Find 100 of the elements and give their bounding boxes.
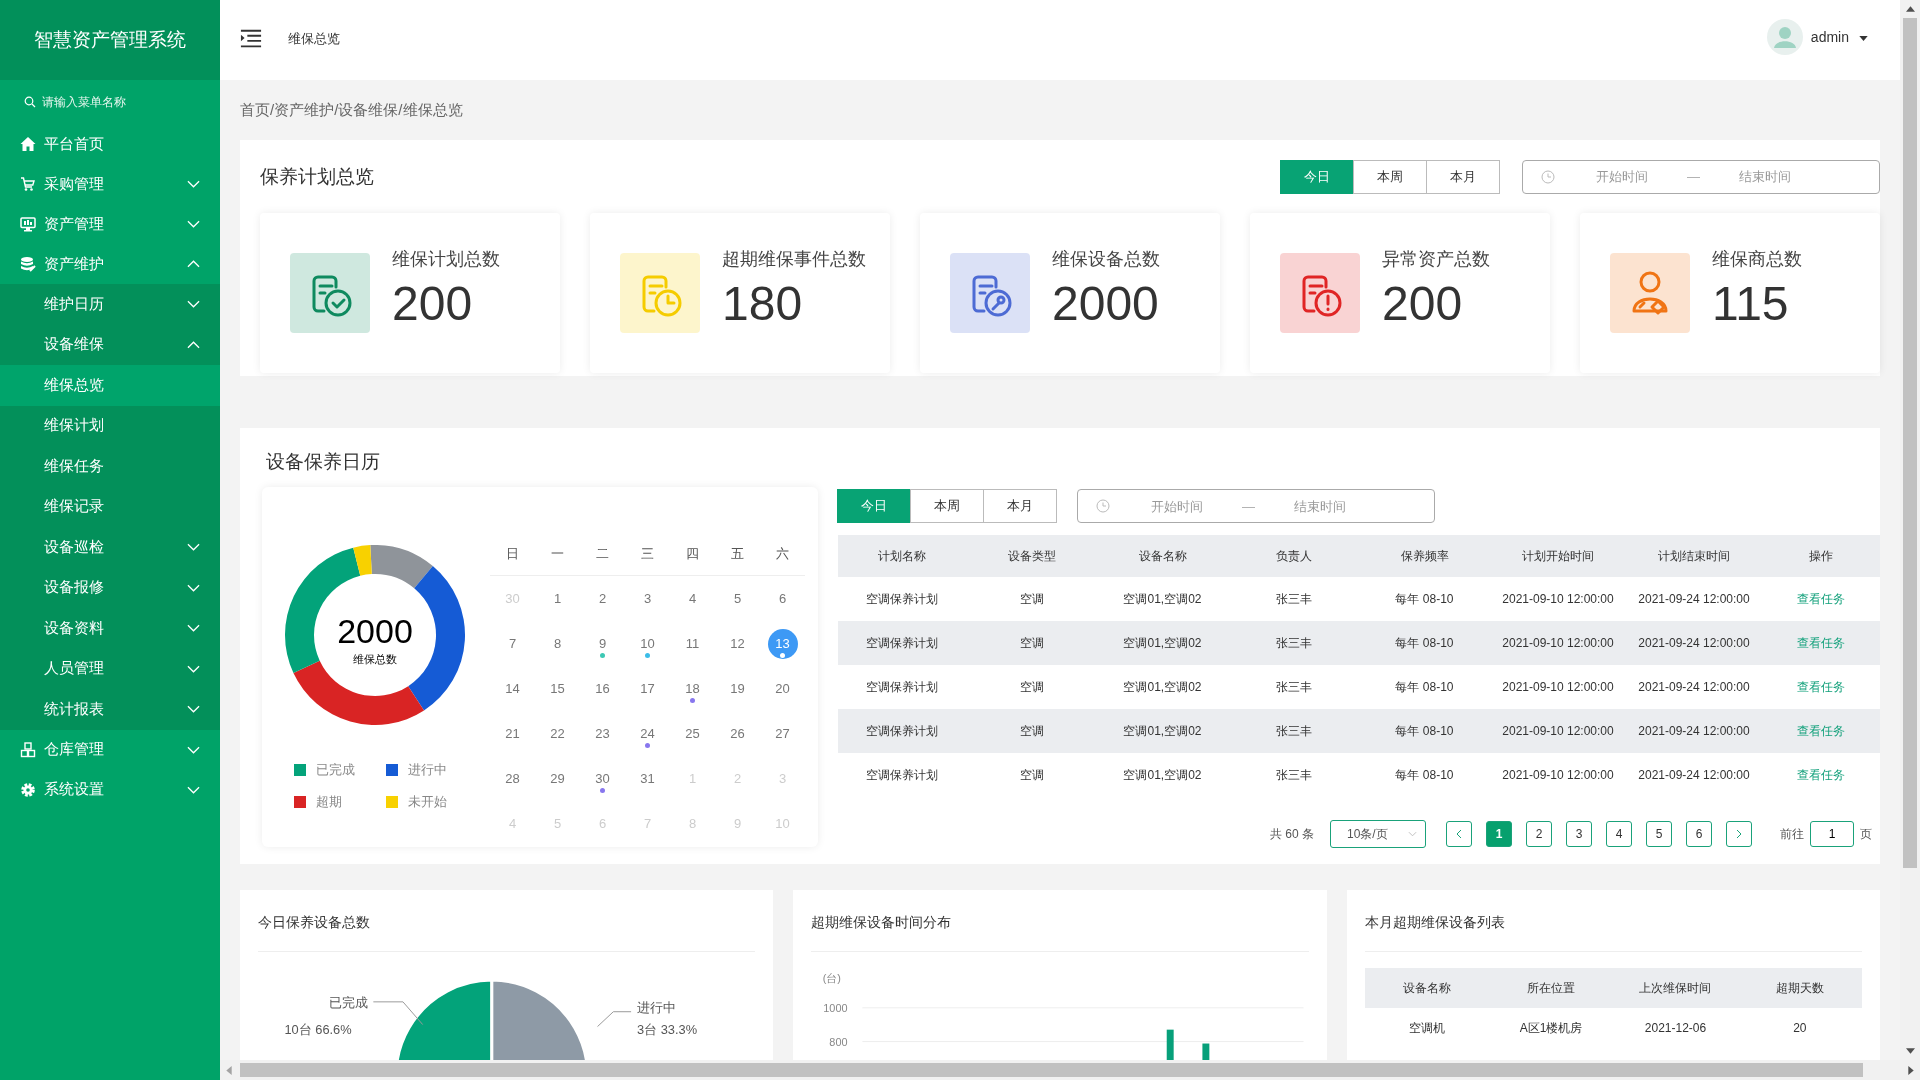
donut-caption: 维保总数 bbox=[353, 653, 397, 665]
horizontal-scrollbar[interactable] bbox=[220, 1060, 1920, 1080]
view-tasks-link[interactable]: 查看任务 bbox=[1797, 724, 1845, 738]
scroll-left-arrow-icon[interactable] bbox=[226, 1065, 232, 1075]
calendar-day[interactable]: 3 bbox=[632, 583, 663, 614]
scroll-right-arrow-icon[interactable] bbox=[1908, 1065, 1914, 1075]
start-date-input[interactable]: 开始时间 bbox=[1120, 497, 1234, 515]
page-button[interactable]: 2 bbox=[1526, 821, 1552, 847]
period-tab[interactable]: 今日 bbox=[837, 489, 911, 523]
range-separator: — bbox=[1687, 169, 1700, 184]
menu-item[interactable]: 设备维保 bbox=[0, 324, 220, 365]
menu-item[interactable]: 平台首页 bbox=[0, 124, 220, 164]
page-size-select[interactable]: 10条/页 bbox=[1330, 820, 1426, 848]
calendar-day[interactable]: 5 bbox=[722, 583, 753, 614]
legend-label: 超期 bbox=[316, 793, 342, 811]
page-unit-label: 页 bbox=[1860, 825, 1872, 843]
scroll-down-arrow-icon[interactable] bbox=[1905, 1048, 1915, 1054]
column-header: 设备类型 bbox=[1006, 547, 1057, 565]
page-button[interactable]: 5 bbox=[1646, 821, 1672, 847]
next-page-button[interactable] bbox=[1726, 821, 1752, 847]
menu-item[interactable]: 设备报修 bbox=[0, 567, 220, 608]
calendar-day[interactable]: 30 bbox=[587, 763, 618, 794]
menu-item[interactable]: 资产维护 bbox=[0, 244, 220, 284]
caret-icon[interactable] bbox=[1859, 36, 1868, 41]
previous-page-button[interactable] bbox=[1446, 821, 1472, 847]
view-tasks-link[interactable]: 查看任务 bbox=[1797, 636, 1845, 650]
menu-item[interactable]: 人员管理 bbox=[0, 648, 220, 689]
menu-item[interactable]: 维保总览 bbox=[0, 365, 220, 406]
view-tasks-link[interactable]: 查看任务 bbox=[1797, 680, 1845, 694]
calendar-day[interactable]: 21 bbox=[497, 718, 528, 749]
calendar-day[interactable]: 11 bbox=[677, 628, 708, 659]
calendar-day[interactable]: 29 bbox=[542, 763, 573, 794]
calendar-day[interactable]: 10 bbox=[632, 628, 663, 659]
view-tasks-link[interactable]: 查看任务 bbox=[1797, 768, 1845, 782]
calendar-day[interactable]: 31 bbox=[632, 763, 663, 794]
period-tab[interactable]: 本周 bbox=[910, 489, 984, 523]
table-cell-text: 每年 08-10 bbox=[1394, 767, 1455, 784]
calendar-day[interactable]: 2 bbox=[587, 583, 618, 614]
page-button[interactable]: 6 bbox=[1686, 821, 1712, 847]
calendar-day[interactable]: 19 bbox=[722, 673, 753, 704]
calendar-day[interactable]: 23 bbox=[587, 718, 618, 749]
menu-toggle-icon[interactable] bbox=[240, 28, 262, 48]
weekday-label: 一 bbox=[550, 545, 565, 563]
calendar-day[interactable]: 16 bbox=[587, 673, 618, 704]
table-cell-text: 2021-09-24 12:00:00 bbox=[1637, 591, 1751, 608]
date-range-picker[interactable]: 开始时间 — 结束时间 bbox=[1077, 489, 1435, 523]
table-cell-text: 每年 08-10 bbox=[1394, 635, 1455, 652]
calendar-day[interactable]: 26 bbox=[722, 718, 753, 749]
period-tab[interactable]: 本周 bbox=[1353, 159, 1427, 194]
menu-search-field[interactable]: 请输入菜单名称 bbox=[42, 95, 202, 109]
period-tab[interactable]: 本月 bbox=[1426, 159, 1500, 194]
calendar-day[interactable]: 9 bbox=[587, 628, 618, 659]
calendar-day[interactable]: 28 bbox=[497, 763, 528, 794]
end-date-input[interactable]: 结束时间 bbox=[1708, 168, 1822, 185]
cubes-icon bbox=[20, 741, 36, 758]
calendar-day[interactable]: 27 bbox=[767, 718, 798, 749]
menu-item[interactable]: 采购管理 bbox=[0, 164, 220, 204]
calendar-day[interactable]: 24 bbox=[632, 718, 663, 749]
menu-item[interactable]: 维保任务 bbox=[0, 446, 220, 487]
calendar-day[interactable]: 1 bbox=[542, 583, 573, 614]
page-button[interactable]: 3 bbox=[1566, 821, 1592, 847]
period-tab[interactable]: 本月 bbox=[983, 489, 1057, 523]
vertical-scrollbar[interactable] bbox=[1900, 0, 1920, 1060]
calendar-day[interactable]: 20 bbox=[767, 673, 798, 704]
avatar-icon[interactable] bbox=[1766, 19, 1803, 55]
user-name[interactable]: admin bbox=[1810, 29, 1849, 45]
date-range-picker[interactable]: 开始时间 — 结束时间 bbox=[1522, 159, 1880, 194]
start-date-input[interactable]: 开始时间 bbox=[1565, 168, 1679, 185]
menu-item[interactable]: 维护日历 bbox=[0, 284, 220, 325]
calendar-day[interactable]: 18 bbox=[677, 673, 708, 704]
calendar-day[interactable]: 14 bbox=[497, 673, 528, 704]
scroll-up-arrow-icon[interactable] bbox=[1905, 6, 1915, 12]
goto-page-field[interactable]: 1 bbox=[1810, 821, 1854, 847]
calendar-day[interactable]: 6 bbox=[767, 583, 798, 614]
table-cell-text: 空调01,空调02 bbox=[1122, 723, 1203, 740]
view-tasks-link[interactable]: 查看任务 bbox=[1797, 592, 1845, 606]
chevron-left-icon bbox=[1456, 829, 1462, 839]
calendar-day[interactable]: 17 bbox=[632, 673, 663, 704]
bar-chart-drawing bbox=[1167, 1029, 1210, 1060]
table-cell-text: 每年 08-10 bbox=[1394, 723, 1455, 740]
menu-item[interactable]: 统计报表 bbox=[0, 689, 220, 730]
calendar-day[interactable]: 25 bbox=[677, 718, 708, 749]
page-button[interactable]: 4 bbox=[1606, 821, 1632, 847]
calendar-day[interactable]: 13 bbox=[767, 628, 798, 659]
menu-item[interactable]: 设备巡检 bbox=[0, 527, 220, 568]
menu-item[interactable]: 资产管理 bbox=[0, 204, 220, 244]
menu-item[interactable]: 设备资料 bbox=[0, 608, 220, 649]
calendar-day[interactable]: 22 bbox=[542, 718, 573, 749]
calendar-day[interactable]: 4 bbox=[677, 583, 708, 614]
calendar-day[interactable]: 8 bbox=[542, 628, 573, 659]
calendar-day[interactable]: 15 bbox=[542, 673, 573, 704]
menu-item[interactable]: 仓库管理 bbox=[0, 729, 220, 770]
calendar-day[interactable]: 7 bbox=[497, 628, 528, 659]
page-button[interactable]: 1 bbox=[1486, 821, 1512, 847]
calendar-day[interactable]: 12 bbox=[722, 628, 753, 659]
period-tab[interactable]: 今日 bbox=[1280, 159, 1354, 194]
menu-item[interactable]: 系统设置 bbox=[0, 769, 220, 810]
end-date-input[interactable]: 结束时间 bbox=[1263, 497, 1377, 515]
menu-item[interactable]: 维保记录 bbox=[0, 486, 220, 527]
menu-item[interactable]: 维保计划 bbox=[0, 405, 220, 446]
